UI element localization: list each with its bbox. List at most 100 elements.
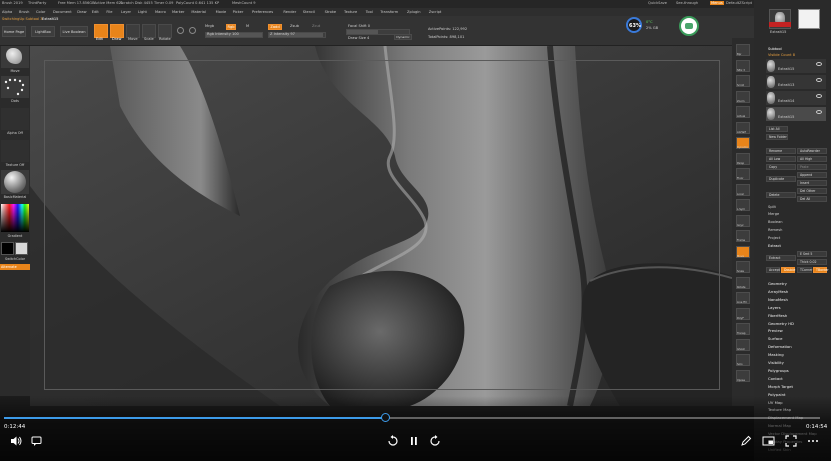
forward-10-icon[interactable]	[429, 435, 441, 447]
menu-transform[interactable]: Transform	[380, 10, 398, 14]
shelf-rotate-button[interactable]: Rotate	[736, 276, 750, 289]
shelf-transp-button[interactable]: Transp	[736, 323, 750, 335]
dynamic-toggle[interactable]: Dynamic	[394, 34, 412, 40]
mrgb-label[interactable]: Mrgb	[205, 24, 214, 28]
menu-document[interactable]: Document	[53, 10, 72, 14]
paste-button[interactable]: Paste	[797, 164, 827, 170]
double-toggle[interactable]: Double	[781, 267, 795, 273]
menu-draw[interactable]: Draw	[77, 10, 86, 14]
menu-texture[interactable]: Texture	[344, 10, 357, 14]
shelf-line-fill-button[interactable]: Line Fill	[736, 292, 750, 304]
extract-menu[interactable]: Extract	[768, 244, 781, 248]
shelf-spix-3-button[interactable]: SPix 3	[736, 59, 750, 72]
tool-menu-visibility[interactable]: Visibility	[768, 360, 784, 365]
scale-tool-button[interactable]: Scale	[142, 24, 156, 41]
menu-preferences[interactable]: Preferences	[252, 10, 273, 14]
shelf-frame-button[interactable]: Frame	[736, 230, 750, 242]
shelf-scroll-button[interactable]: Scroll	[736, 75, 750, 87]
pause-icon[interactable]	[408, 435, 420, 447]
menu-marker[interactable]: Marker	[172, 10, 184, 14]
autoreorder-button[interactable]: AutoReorder	[797, 148, 827, 154]
shelf-dynamic-button[interactable]: Dynamic	[736, 137, 750, 149]
lightbox-button[interactable]: LightBox	[31, 26, 55, 37]
subtool-item[interactable]: Extrait15	[766, 59, 826, 73]
list-all-button[interactable]: List All	[766, 126, 788, 132]
tborder-toggle[interactable]: TBorder	[813, 267, 829, 273]
rgb-toggle[interactable]: Rgb	[226, 24, 236, 30]
shelf-aahalf-button[interactable]: AAHalf	[736, 121, 750, 134]
all-low-button[interactable]: All Low	[766, 156, 796, 162]
copy-button[interactable]: Copy	[766, 164, 796, 170]
captions-icon[interactable]	[31, 435, 43, 447]
fullscreen-icon[interactable]	[785, 435, 797, 447]
e-smt-slider[interactable]: E Smt 5	[797, 251, 827, 257]
menu-movie[interactable]: Movie	[216, 10, 227, 14]
more-options-icon[interactable]	[807, 435, 819, 447]
shelf-solo-button[interactable]: Solo	[736, 354, 750, 366]
boolean-menu[interactable]: Boolean	[768, 220, 783, 224]
color-picker[interactable]	[1, 204, 29, 232]
subtool-item[interactable]: Extrait15	[766, 107, 826, 121]
del-other-button[interactable]: Del Other	[797, 188, 827, 194]
rename-button[interactable]: Rename	[766, 148, 796, 154]
zcut-toggle[interactable]: Zcut	[312, 24, 320, 28]
menu-tool[interactable]: Tool	[366, 10, 373, 14]
tool-thumbnail-white[interactable]	[798, 9, 820, 29]
menu-brush[interactable]: Brush	[19, 10, 29, 14]
zadd-toggle[interactable]: Zadd	[268, 24, 282, 30]
subtool-item[interactable]: Extrait13	[766, 75, 826, 89]
menu-file[interactable]: File	[106, 10, 112, 14]
tool-menu-morph-target[interactable]: Morph Target	[768, 384, 793, 389]
subtool-item[interactable]: Extrait14	[766, 91, 826, 105]
shelf-ghost-button[interactable]: Ghost	[736, 338, 750, 351]
pen-icon[interactable]	[740, 435, 752, 447]
tool-menu-deformation[interactable]: Deformation	[768, 344, 792, 349]
new-folder-button[interactable]: New Folder	[766, 134, 788, 140]
sphere-icon[interactable]	[177, 27, 184, 34]
visible-count[interactable]: Visible Count 8	[768, 53, 795, 57]
texture-thumbnail[interactable]	[1, 140, 29, 162]
switch-color-button[interactable]: SwitchColor	[0, 257, 30, 261]
shelf-xpose-button[interactable]: Xpose	[736, 369, 750, 382]
quicksave-button[interactable]: QuickSave	[648, 1, 667, 5]
project-menu[interactable]: Project	[768, 236, 780, 240]
volume-icon[interactable]	[10, 435, 22, 447]
merge-menu[interactable]: Merge	[768, 212, 779, 216]
m-toggle[interactable]: M	[246, 24, 249, 28]
main-color-swatch[interactable]	[1, 242, 14, 255]
menu-layer[interactable]: Layer	[121, 10, 131, 14]
alpha-thumbnail[interactable]	[1, 108, 29, 130]
tool-menu-arraymesh[interactable]: ArrayMesh	[768, 289, 788, 294]
menu-edit[interactable]: Edit	[92, 10, 99, 14]
material-thumbnail[interactable]	[1, 170, 29, 194]
tool-menu-contact[interactable]: Contact	[768, 376, 783, 381]
tool-menu-preview[interactable]: Preview	[768, 328, 783, 333]
canvas-viewport[interactable]	[30, 46, 732, 406]
tool-menu-layers[interactable]: Layers	[768, 305, 781, 310]
menu-alpha[interactable]: Alpha	[2, 10, 12, 14]
visibility-eye-icon[interactable]	[816, 110, 822, 114]
move-tool-button[interactable]: Move	[126, 24, 140, 41]
append-button[interactable]: Append	[797, 172, 827, 178]
del-all-button[interactable]: Del All	[797, 196, 827, 202]
circle-icon[interactable]	[189, 27, 196, 34]
shelf-zoom-button[interactable]: Zoom	[736, 90, 750, 103]
shelf-floor-button[interactable]: Floor	[736, 168, 750, 180]
secondary-color-swatch[interactable]	[15, 242, 28, 255]
thick-slider[interactable]: Thick 0.02	[797, 259, 827, 265]
menu-render[interactable]: Render	[283, 10, 296, 14]
see-through-slider[interactable]: See-through	[676, 1, 698, 5]
menus-toggle[interactable]: Menus	[710, 1, 724, 5]
remesh-menu[interactable]: Remesh	[768, 228, 782, 232]
tcorner-toggle[interactable]: TCorner	[797, 267, 812, 273]
subtool-header[interactable]: Subtool	[768, 47, 782, 51]
tool-menu-geometry-hd[interactable]: Geometry HD	[768, 321, 794, 326]
zsub-toggle[interactable]: Zsub	[290, 24, 299, 28]
all-high-button[interactable]: All High	[797, 156, 827, 162]
menu-picker[interactable]: Picker	[233, 10, 244, 14]
menu-light[interactable]: Light	[138, 10, 147, 14]
tool-menu-nanomesh[interactable]: NanoMesh	[768, 297, 788, 302]
menu-zplugin[interactable]: Zplugin	[407, 10, 421, 14]
menu-material[interactable]: Material	[191, 10, 206, 14]
alternate-button[interactable]: Alternate	[0, 264, 30, 270]
